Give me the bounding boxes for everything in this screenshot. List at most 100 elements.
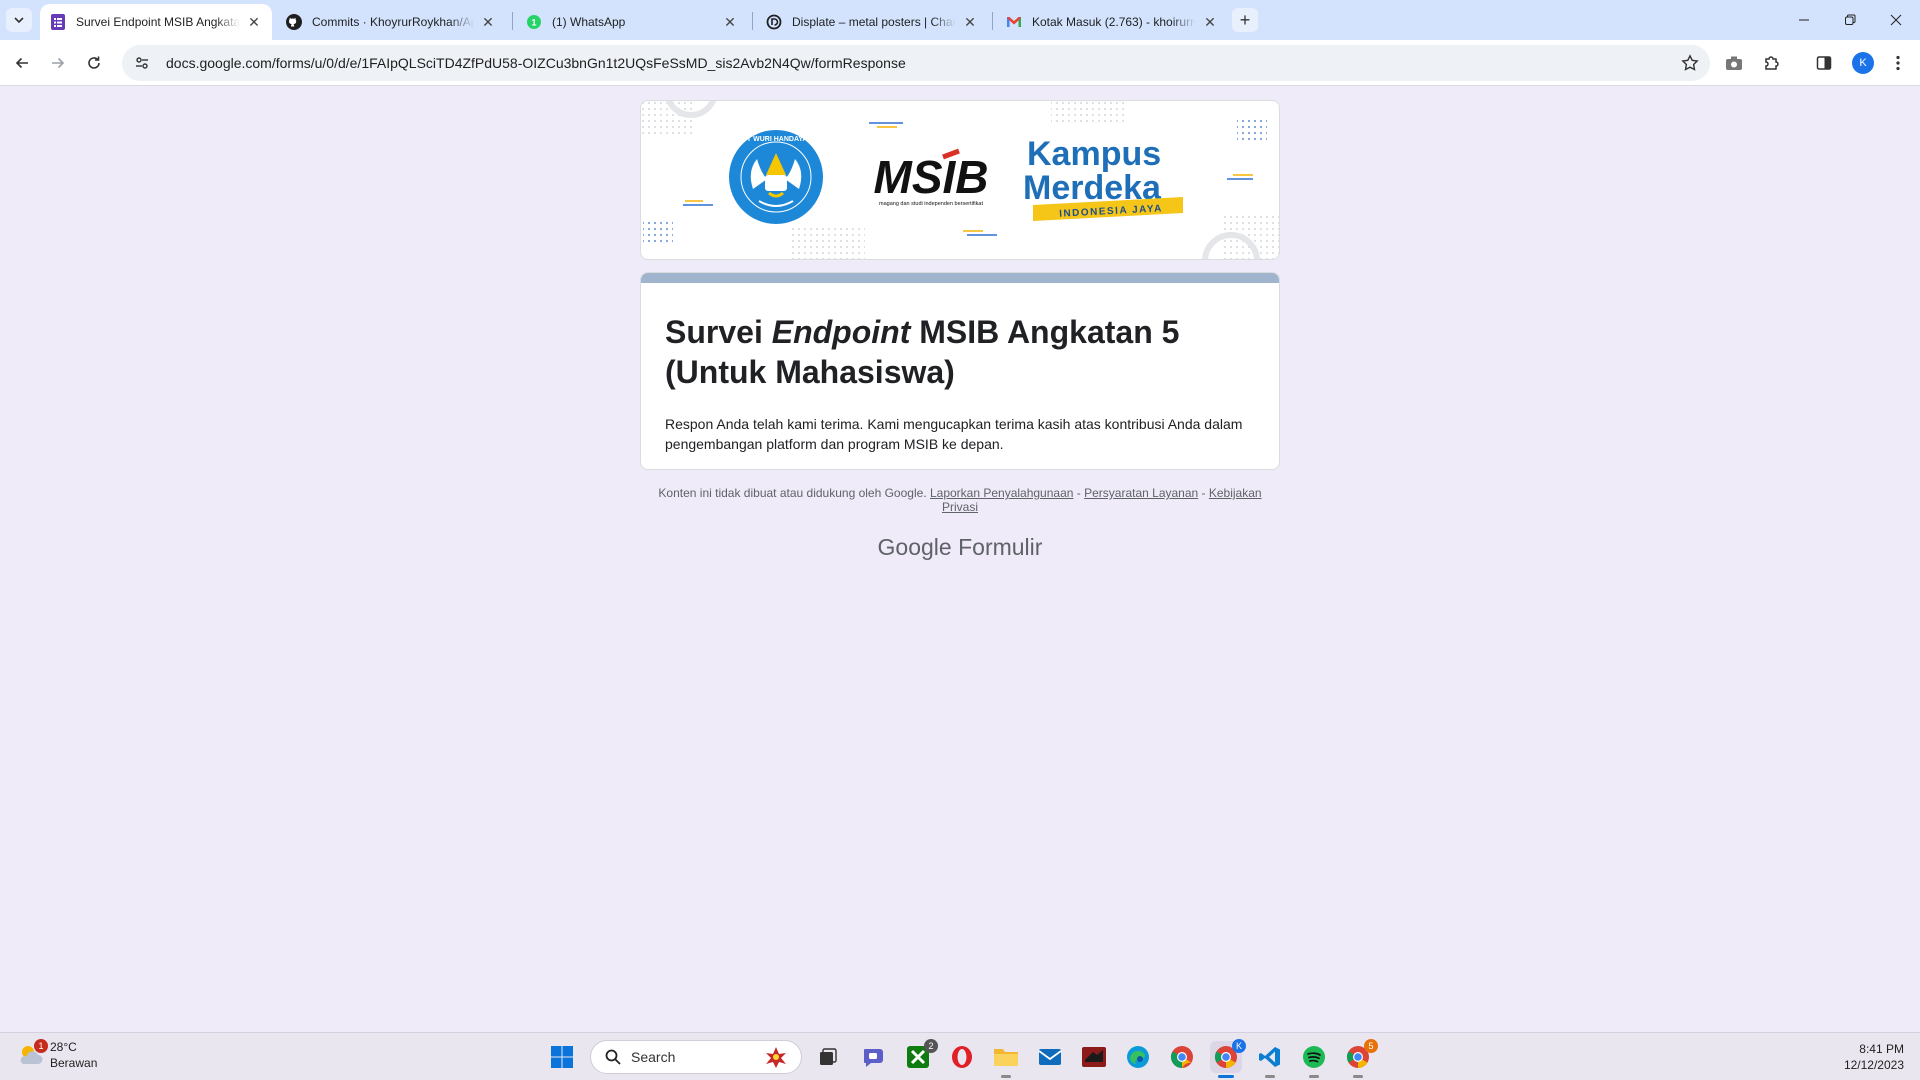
displate-icon: [766, 14, 782, 30]
screenshot-camera-icon[interactable]: [1724, 53, 1744, 73]
tab-github[interactable]: Commits · KhoyrurRoykhan/Aplikasi ✕: [276, 4, 506, 40]
whatsapp-icon: 1: [526, 14, 542, 30]
cloudy-weather-icon: 1: [16, 1039, 48, 1070]
kampus-merdeka-logo: Kampus Merdeka INDONESIA JAYA: [1023, 135, 1183, 221]
close-tab-icon[interactable]: ✕: [722, 14, 738, 30]
tab-google-forms[interactable]: Survei Endpoint MSIB Angkatan 5 (Untuk M…: [40, 4, 272, 40]
active-indicator: [1218, 1075, 1234, 1078]
weather-widget[interactable]: 1 28°C Berawan: [16, 1039, 97, 1071]
confirmation-message: Respon Anda telah kami terima. Kami meng…: [665, 416, 1243, 452]
footer-separator: -: [1198, 486, 1209, 500]
minimize-icon: [1799, 19, 1809, 21]
running-indicator: [1353, 1075, 1363, 1078]
banner-image: TUT WURI HANDAYANI MSIB magang dan studi…: [641, 101, 1279, 259]
report-abuse-link[interactable]: Laporkan Penyalahgunaan: [930, 486, 1073, 500]
chrome-icon: [1171, 1046, 1193, 1068]
forms-wordmark: Formulir: [958, 534, 1043, 560]
restore-icon: [1845, 14, 1856, 25]
close-tab-icon[interactable]: ✕: [962, 14, 978, 30]
tab-displate[interactable]: Displate – metal posters | Change your w…: [756, 4, 988, 40]
svg-text:magang dan studi independen be: magang dan studi independen bersertifika…: [879, 201, 983, 207]
tab-separator: [752, 12, 753, 30]
tab-title: (1) WhatsApp: [552, 15, 626, 29]
back-button[interactable]: [8, 49, 36, 77]
extensions-puzzle-icon[interactable]: [1762, 53, 1782, 73]
mail-button[interactable]: [1034, 1041, 1066, 1073]
msib-logo: MSIB magang dan studi independen bersert…: [874, 148, 989, 207]
search-icon: [605, 1049, 621, 1065]
edge-button[interactable]: [1122, 1041, 1154, 1073]
minimize-button[interactable]: [1780, 0, 1828, 40]
weather-alert-badge: 1: [34, 1039, 48, 1053]
weather-temperature: 28°C: [50, 1040, 77, 1054]
tab-title: Kotak Masuk (2.763) - khoirurroykhan: [1032, 15, 1196, 29]
form-response-card: Survei Endpoint MSIB Angkatan 5 (Untuk M…: [640, 272, 1280, 470]
windows-logo-icon: [551, 1046, 573, 1068]
theme-color-band: [641, 273, 1279, 283]
side-panel-icon[interactable]: [1814, 53, 1834, 73]
decor-dots-blue: [643, 221, 673, 245]
spotify-icon: [1303, 1046, 1325, 1068]
google-forms-icon: [50, 14, 66, 30]
vscode-button[interactable]: [1254, 1041, 1286, 1078]
terms-of-service-link[interactable]: Persyaratan Layanan: [1084, 486, 1198, 500]
github-icon: [286, 14, 302, 30]
google-forms-brand-link[interactable]: Google Formulir: [640, 534, 1280, 561]
mail-icon: [1038, 1049, 1062, 1065]
site-settings-icon[interactable]: [132, 53, 152, 73]
tut-wuri-handayani-logo: TUT WURI HANDAYANI: [729, 130, 823, 224]
search-label: Search: [631, 1049, 676, 1065]
svg-text:MSIB: MSIB: [874, 151, 989, 203]
chrome-button[interactable]: [1166, 1041, 1198, 1073]
xbox-badge: 2: [924, 1039, 938, 1053]
tab-search-button[interactable]: [6, 8, 32, 32]
opera-button[interactable]: [946, 1041, 978, 1073]
footer-disclaimer: Konten ini tidak dibuat atau didukung ol…: [658, 486, 927, 500]
game-launcher-button[interactable]: [1078, 1041, 1110, 1073]
browser-toolbar: docs.google.com/forms/u/0/d/e/1FAIpQLSci…: [0, 40, 1920, 86]
tab-gmail[interactable]: Kotak Masuk (2.763) - khoirurroykhan ✕: [996, 4, 1228, 40]
weather-condition: Berawan: [50, 1056, 98, 1070]
clock-date: 12/12/2023: [1843, 1058, 1904, 1072]
edge-icon: [1127, 1046, 1149, 1068]
tab-separator: [992, 12, 993, 30]
start-button[interactable]: [546, 1041, 578, 1073]
tab-whatsapp[interactable]: 1 (1) WhatsApp ✕: [516, 4, 748, 40]
vscode-icon: [1259, 1047, 1280, 1067]
address-bar[interactable]: docs.google.com/forms/u/0/d/e/1FAIpQLSci…: [122, 45, 1710, 81]
url-text[interactable]: docs.google.com/forms/u/0/d/e/1FAIpQLSci…: [166, 55, 906, 71]
forward-button[interactable]: [44, 49, 72, 77]
close-tab-icon[interactable]: ✕: [246, 14, 262, 30]
chrome-profile-button-active[interactable]: K: [1210, 1039, 1246, 1078]
close-window-button[interactable]: [1872, 0, 1920, 40]
file-explorer-button[interactable]: [990, 1041, 1022, 1078]
xbox-button[interactable]: 2: [902, 1039, 938, 1073]
opera-icon: [952, 1046, 972, 1068]
close-tab-icon[interactable]: ✕: [480, 14, 496, 30]
system-clock[interactable]: 8:41 PM 12/12/2023: [1844, 1041, 1904, 1073]
bookmark-star-icon[interactable]: [1680, 53, 1700, 73]
form-title-italic: Endpoint: [771, 314, 911, 350]
chrome-profile-badge: K: [1232, 1039, 1246, 1053]
task-view-button[interactable]: [812, 1041, 844, 1073]
browser-menu-icon[interactable]: [1888, 53, 1908, 73]
close-tab-icon[interactable]: ✕: [1202, 14, 1218, 30]
reload-button[interactable]: [80, 49, 108, 77]
chevron-down-icon: [14, 17, 24, 24]
decor-dots-blue: [1237, 119, 1267, 143]
profile-avatar[interactable]: K: [1852, 52, 1874, 74]
restore-button[interactable]: [1826, 0, 1874, 40]
taskbar-search-box[interactable]: Search: [590, 1040, 802, 1074]
teams-chat-button[interactable]: [858, 1041, 890, 1073]
game-app-icon: [1082, 1047, 1106, 1067]
clock-time: 8:41 PM: [1859, 1042, 1904, 1056]
chrome-badge: 5: [1364, 1039, 1378, 1053]
tab-title: Commits · KhoyrurRoykhan/Aplikasi: [312, 15, 474, 29]
new-tab-button[interactable]: +: [1232, 8, 1258, 32]
search-highlight-icon: [766, 1047, 786, 1068]
task-view-icon: [820, 1048, 837, 1065]
chrome-second-profile-button[interactable]: 5: [1342, 1039, 1378, 1078]
svg-text:1: 1: [531, 18, 536, 28]
spotify-button[interactable]: [1298, 1041, 1330, 1078]
close-icon: [1890, 14, 1902, 26]
